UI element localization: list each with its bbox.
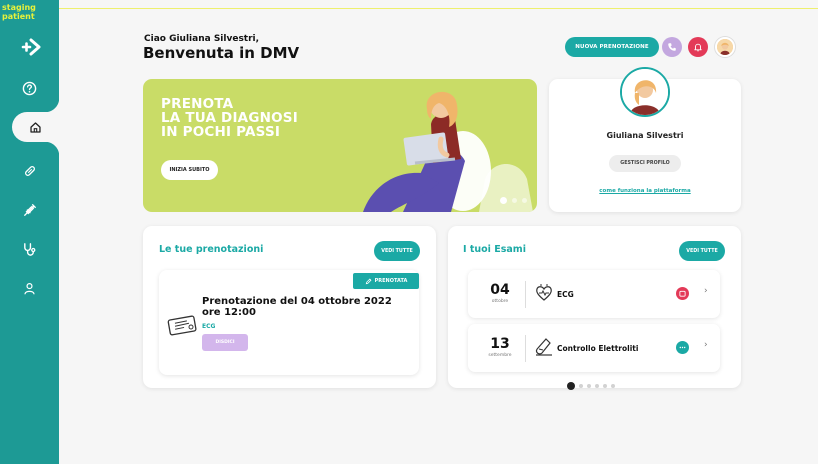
profile-card: Giuliana Silvestri GESTISCI PROFILO come…: [549, 67, 741, 212]
avatar-illustration: [622, 69, 668, 115]
sidebar: staging patient: [0, 0, 59, 464]
page-dot[interactable]: [587, 384, 591, 388]
promo-banner: PRENOTA LA TUA DIAGNOSI IN POCHI PASSI I…: [143, 79, 537, 212]
booking-item[interactable]: PRENOTATA Prenotazione del 04 ottobre 20…: [159, 270, 419, 375]
exam-status-indicator: [676, 341, 689, 354]
app-logo[interactable]: [21, 38, 43, 60]
carousel-dot[interactable]: [500, 197, 507, 204]
banner-title: PRENOTA LA TUA DIAGNOSI IN POCHI PASSI: [161, 96, 298, 140]
notifications-button[interactable]: [688, 37, 708, 57]
manage-profile-button[interactable]: GESTISCI PROFILO: [609, 155, 681, 172]
exam-name: ECG: [557, 290, 574, 299]
exam-month: settembre: [488, 353, 512, 358]
bell-icon: [694, 43, 702, 52]
sidebar-item-visits[interactable]: [0, 234, 59, 264]
bookings-see-all-button[interactable]: VEDI TUTTE: [374, 241, 420, 261]
stethoscope-icon: [24, 242, 36, 256]
banner-carousel-dots: [500, 197, 527, 204]
sidebar-item-profile[interactable]: [0, 273, 59, 303]
exam-day: 13: [490, 336, 510, 352]
chevron-right-icon: ›: [704, 286, 708, 296]
exam-item[interactable]: 13 settembre Controllo Elettroliti ›: [468, 324, 720, 372]
new-booking-button[interactable]: NUOVA PRENOTAZIONE: [565, 37, 659, 57]
sidebar-item-vaccines[interactable]: [0, 195, 59, 225]
exam-name: Controllo Elettroliti: [557, 344, 639, 353]
syringe-icon: [23, 204, 36, 216]
cancel-booking-button[interactable]: DISDICI: [202, 334, 248, 351]
start-now-button[interactable]: INIZIA SUBITO: [161, 160, 218, 180]
booking-status-badge: PRENOTATA: [353, 273, 419, 289]
pill-icon: [24, 165, 35, 177]
carousel-dot[interactable]: [522, 198, 527, 203]
test-tube-icon: [535, 338, 552, 356]
home-icon: [30, 121, 41, 133]
top-divider: [59, 8, 818, 9]
greeting-text: Ciao Giuliana Silvestri,: [144, 34, 260, 44]
chevron-right-icon: ›: [704, 340, 708, 350]
help-circle-icon: [22, 81, 37, 95]
page-dot[interactable]: [567, 382, 575, 390]
pencil-icon: [365, 278, 372, 284]
exams-see-all-button[interactable]: VEDI TUTTE: [679, 241, 725, 261]
exam-month: ottobre: [491, 299, 509, 304]
more-icon: [679, 346, 686, 349]
page-dot[interactable]: [595, 384, 599, 388]
exam-status-indicator: [676, 287, 689, 300]
logo-icon: [21, 38, 41, 56]
exams-card: I tuoi Esami VEDI TUTTE 04 ottobre ECG ›…: [448, 226, 741, 388]
call-button[interactable]: [662, 37, 682, 57]
exam-item[interactable]: 04 ottobre ECG ›: [468, 270, 720, 318]
divider: [525, 281, 526, 308]
avatar: [620, 67, 670, 117]
user-icon: [24, 282, 35, 294]
page-title: Benvenuta in DMV: [143, 44, 300, 62]
exam-day: 04: [490, 282, 510, 298]
bookings-title: Le tue prenotazioni: [159, 244, 264, 255]
sidebar-item-home[interactable]: [12, 98, 59, 156]
woman-laptop-illustration: [363, 91, 533, 212]
phone-icon: [668, 43, 676, 51]
booking-title: Prenotazione del 04 ottobre 2022 ore 12:…: [202, 296, 392, 318]
calendar-icon: [679, 290, 686, 297]
sidebar-item-drugs[interactable]: [0, 156, 59, 186]
ticket-icon: [167, 315, 197, 336]
avatar-icon: [717, 39, 733, 55]
exams-pagination: [567, 382, 615, 390]
page-dot[interactable]: [603, 384, 607, 388]
divider: [525, 335, 526, 362]
page-dot[interactable]: [611, 384, 615, 388]
user-avatar-button[interactable]: [715, 37, 735, 57]
exams-title: I tuoi Esami: [463, 244, 526, 255]
how-it-works-link[interactable]: come funziona la piattaforma: [549, 188, 741, 194]
carousel-dot[interactable]: [512, 198, 517, 203]
environment-label: staging patient: [2, 3, 36, 21]
heart-icon: [536, 284, 552, 301]
bookings-card: Le tue prenotazioni VEDI TUTTE PRENOTATA…: [143, 226, 436, 388]
page-dot[interactable]: [579, 384, 583, 388]
profile-name: Giuliana Silvestri: [606, 131, 684, 140]
booking-exam-type: ECG: [202, 323, 216, 330]
